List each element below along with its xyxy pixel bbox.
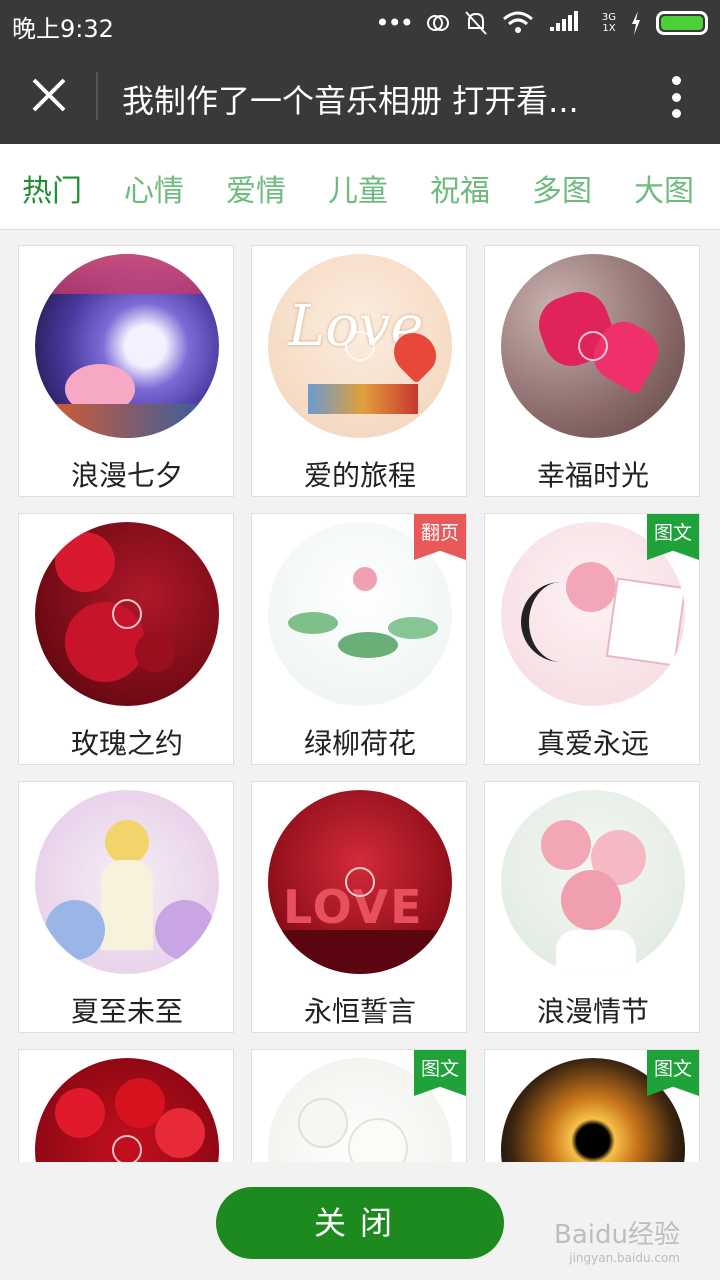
battery-icon — [656, 11, 708, 35]
page-flip-badge: 翻页 — [414, 514, 466, 560]
title-divider — [96, 72, 98, 120]
footer-bar: 关闭 Baidu经验 jingyan.baidu.com — [0, 1162, 720, 1280]
tab-multi-image[interactable]: 多图 — [532, 166, 592, 210]
mute-bell-icon — [465, 11, 487, 35]
text-image-badge: 图文 — [414, 1050, 466, 1096]
charging-icon — [632, 11, 640, 35]
more-notifications-icon: ••• — [375, 9, 413, 37]
album-title: 真爱永远 — [536, 727, 649, 760]
text-image-badge: 图文 — [647, 514, 699, 560]
status-time: 晚上9:32 — [12, 15, 114, 43]
album-title: 玫瑰之约 — [70, 727, 183, 760]
play-icon — [345, 331, 375, 361]
play-icon — [112, 1135, 142, 1162]
album-title: 浪漫七夕 — [70, 459, 183, 492]
status-bar: 晚上9:32 ••• 3G 1X — [0, 0, 720, 48]
album-title: 永恒誓言 — [303, 995, 416, 1028]
close-icon[interactable] — [28, 74, 70, 116]
watermark-logo: Baidu经验 jingyan.baidu.com — [554, 1220, 680, 1265]
album-thumbnail — [501, 790, 685, 974]
album-card[interactable]: 图文 — [484, 1049, 700, 1162]
album-title: 绿柳荷花 — [303, 727, 416, 760]
category-tabs: 热门 心情 爱情 儿童 祝福 多图 大图 — [0, 144, 720, 230]
signal-icon — [549, 11, 578, 31]
play-icon — [578, 331, 608, 361]
title-bar: 我制作了一个音乐相册 打开看... — [0, 48, 720, 144]
album-title: 夏至未至 — [70, 995, 183, 1028]
tab-large-image[interactable]: 大图 — [634, 166, 694, 210]
album-title: 爱的旅程 — [303, 459, 416, 492]
sync-icon — [426, 15, 449, 31]
tab-mood[interactable]: 心情 — [124, 166, 184, 210]
album-card[interactable]: 图文 — [251, 1049, 467, 1162]
album-thumbnail — [35, 254, 219, 438]
close-button[interactable]: 关闭 — [216, 1187, 504, 1259]
network-type: 3G 1X — [601, 12, 616, 34]
album-title: 浪漫情节 — [536, 995, 649, 1028]
tab-children[interactable]: 儿童 — [328, 166, 388, 210]
wifi-icon — [502, 11, 533, 33]
album-thumbnail — [35, 790, 219, 974]
album-card[interactable]: 翻页 绿柳荷花 — [251, 513, 467, 765]
page-title: 我制作了一个音乐相册 打开看... — [122, 82, 579, 120]
album-title: 幸福时光 — [536, 459, 649, 492]
play-icon — [112, 599, 142, 629]
tab-blessing[interactable]: 祝福 — [430, 166, 490, 210]
album-card[interactable] — [18, 1049, 234, 1162]
tab-hot[interactable]: 热门 — [22, 166, 82, 210]
more-menu-icon[interactable] — [670, 76, 682, 118]
text-image-badge: 图文 — [647, 1050, 699, 1096]
album-card[interactable]: 图文 真爱永远 — [484, 513, 700, 765]
album-card[interactable]: 幸福时光 — [484, 245, 700, 497]
album-card[interactable]: 玫瑰之约 — [18, 513, 234, 765]
album-card[interactable]: 夏至未至 — [18, 781, 234, 1033]
album-card[interactable]: Love 爱的旅程 — [251, 245, 467, 497]
album-card[interactable]: 浪漫七夕 — [18, 245, 234, 497]
tab-love[interactable]: 爱情 — [226, 166, 286, 210]
status-icons: ••• 3G 1X — [375, 10, 708, 36]
album-card[interactable]: 浪漫情节 — [484, 781, 700, 1033]
album-card[interactable]: LOVE 永恒誓言 — [251, 781, 467, 1033]
album-grid: 浪漫七夕 Love 爱的旅程 幸福时光 玫瑰之约 翻页 绿柳荷花 图文 真爱永远… — [0, 230, 720, 1162]
play-icon — [345, 867, 375, 897]
